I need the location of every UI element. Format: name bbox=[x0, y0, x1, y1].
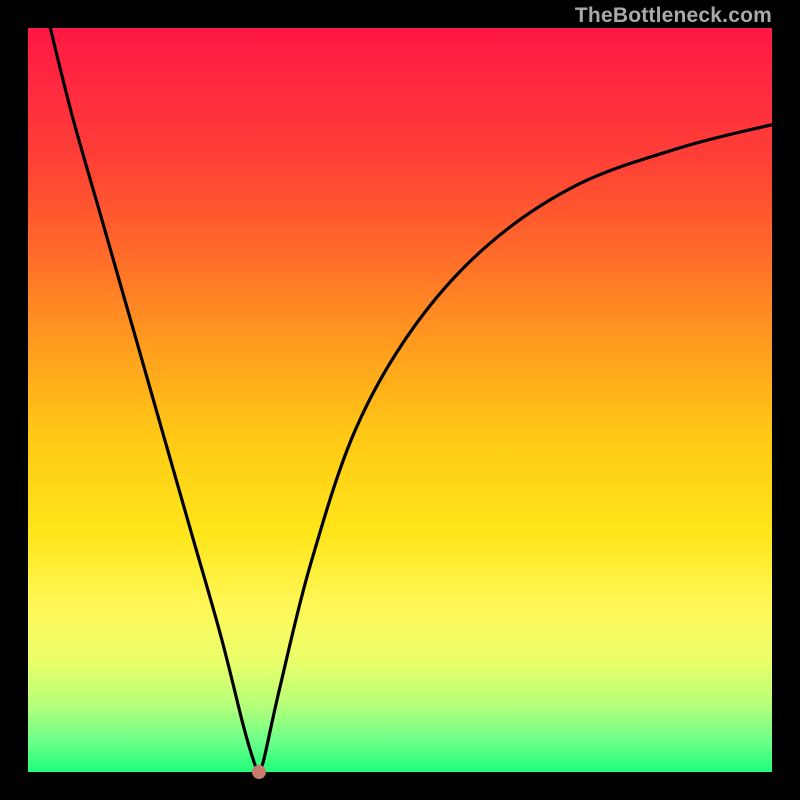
curve-svg bbox=[28, 28, 772, 772]
bottleneck-curve bbox=[50, 28, 772, 772]
chart-frame: TheBottleneck.com bbox=[0, 0, 800, 800]
watermark-text: TheBottleneck.com bbox=[575, 4, 772, 28]
plot-area bbox=[28, 28, 772, 772]
optimal-point-marker bbox=[252, 765, 266, 779]
